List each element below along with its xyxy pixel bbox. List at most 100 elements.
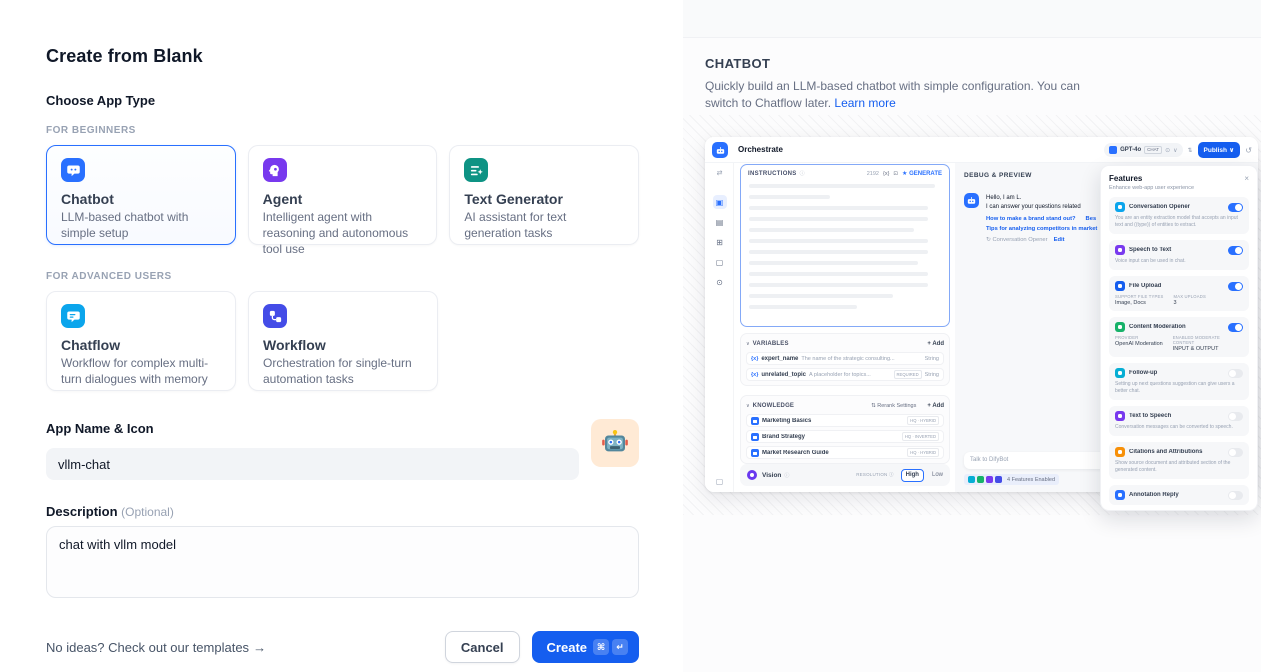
mini-instructions-panel: INSTRUCTIONS ⓘ 2192 {x} ⊡ ★ GENERATE [740,164,950,327]
mini-add-variable-button: + Add [927,341,944,347]
mini-publish-button: Publish∨ [1198,142,1241,158]
mini-moderation-icon [1115,322,1125,332]
mini-toggle-on [1228,323,1243,332]
chatbot-icon [61,158,85,182]
preview-illustration: Orchestrate GPT-4o CHAT ⊙ ∨ ⇅ Publish∨ ↺ [683,115,1261,515]
top-strip [683,0,1261,38]
mini-nav-settings-icon: ⊙ [713,275,727,289]
card-desc: Intelligent agent with reasoning and aut… [263,210,423,257]
agent-icon [263,158,287,182]
app-type-card-workflow[interactable]: Workflow Orchestration for single-turn a… [248,291,438,391]
arrow-right-icon: → [253,640,266,655]
mini-variables-panel: ∨ VARIABLES + Add {x} expert_name The na… [740,333,950,386]
chatflow-icon [61,304,85,328]
description-block: Description (Optional) chat with vllm mo… [46,504,639,603]
mini-speech-feature-icon [986,476,993,483]
mini-knowledge-row: Marketing Basics HQ · HYBRID [746,414,944,427]
description-optional-label: (Optional) [121,505,174,519]
learn-more-link[interactable]: Learn more [834,96,895,110]
mini-opener-feature-icon [968,476,975,483]
card-desc: AI assistant for text generation tasks [464,210,624,242]
app-type-card-chatflow[interactable]: Chatflow Workflow for complex multi-turn… [46,291,236,391]
mini-model-setting-icon: ⊙ [1165,147,1170,154]
section-label-beginners: FOR BEGINNERS [46,125,639,136]
card-title: Text Generator [464,191,624,207]
app-type-card-chatbot[interactable]: Chatbot LLM-based chatbot with simple se… [46,145,236,245]
mini-knowledge-label: KNOWLEDGE [753,403,794,409]
mini-variable-icon: {x} [751,372,758,378]
mini-variables-label: VARIABLES [753,341,789,347]
mini-feature-text-to-speech: Text to Speech Conversation messages can… [1109,406,1249,436]
mini-features-enabled-row: 4 Features Enabled [964,474,1059,485]
mini-mic-icon [1115,245,1125,255]
mini-toggle-off [1228,412,1243,421]
mini-knowledge-row: Brand Strategy HQ · INVERTED [746,430,944,443]
mini-dataset-icon [751,449,759,457]
mini-feature-speech-to-text: Speech to Text Voice input can be used i… [1109,240,1249,270]
create-app-modal: Create from Blank Choose App Type FOR BE… [0,0,1261,672]
create-button[interactable]: Create ⌘ ↵ [532,631,639,663]
app-type-card-text-generator[interactable]: Text Generator AI assistant for text gen… [449,145,639,245]
templates-link[interactable]: No ideas? Check out our templates→ [46,640,266,655]
beginner-cards: Chatbot LLM-based chatbot with simple se… [46,145,639,245]
preview-heading: CHATBOT [705,56,1237,71]
mini-model-selector: GPT-4o CHAT ⊙ ∨ [1104,143,1182,157]
mini-copy-icon: ⊡ [893,171,898,177]
mini-instructions-label: INSTRUCTIONS [748,171,797,177]
mini-moderation-feature-icon [977,476,984,483]
mini-bot-avatar [964,193,979,208]
mini-app-title: Orchestrate [738,137,783,163]
workflow-icon [263,304,287,328]
mini-feature-file-upload: File Upload SUPPORT FILE TYPESImage, Doc… [1109,276,1249,311]
mini-toggle-off [1228,491,1243,500]
mini-opener-icon [1115,202,1125,212]
mini-add-knowledge-button: + Add [927,403,944,409]
mini-vision-icon [747,470,757,480]
create-form-panel: Create from Blank Choose App Type FOR BE… [0,0,683,672]
mini-close-icon: × [1244,174,1249,183]
mini-sidebar: ⇄ ▣ ▤ ⊞ ▢ ⊙ ▢ [705,163,734,492]
mini-app-icon [712,142,728,158]
mini-nav-orchestrate-icon: ▣ [713,195,727,209]
mini-nav-logs-icon: ▢ [713,255,727,269]
section-label-advanced: FOR ADVANCED USERS [46,271,639,282]
mini-toggle-on [1228,246,1243,255]
app-name-input[interactable] [46,448,579,480]
mini-knowledge-row: Market Research Guide HQ · HYBRID [746,446,944,459]
mini-rerank-settings: ⇅ Rerank Settings [871,403,916,409]
mini-feature-conversation-opener: Conversation Opener You are an entity ex… [1109,197,1249,234]
mini-dataset-icon [751,433,759,441]
card-desc: LLM-based chatbot with simple setup [61,210,221,242]
mini-variable-icon: {x} [751,356,758,362]
mini-nav-preview-icon: ▤ [713,215,727,229]
mini-caret-icon: ∨ [746,403,750,409]
mini-chevron-down-icon: ∨ [1173,147,1177,154]
page-title: Create from Blank [46,46,639,67]
choose-app-type-label: Choose App Type [46,93,639,108]
mini-resolution-low: Low [932,472,943,478]
mini-citations-icon [1115,447,1125,457]
mini-annotation-icon [1115,490,1125,500]
mini-variable-icon: {x} [883,171,889,177]
modal-footer: No ideas? Check out our templates→ Cance… [46,631,639,663]
app-icon-picker[interactable] [591,419,639,467]
description-textarea[interactable]: chat with vllm model [46,526,639,598]
mini-resolution-high: High [901,469,924,482]
mini-required-badge: REQUIRED [894,370,922,379]
mini-follow-up-icon [1115,368,1125,378]
mini-vision-bar: Vision ⓘ RESOLUTION ⓘ High Low [740,464,950,486]
mini-upload-icon [1115,281,1125,291]
preview-description: Quickly build an LLM-based chatbot with … [705,78,1115,113]
enter-key-icon: ↵ [612,639,628,655]
app-type-card-agent[interactable]: Agent Intelligent agent with reasoning a… [248,145,438,245]
mini-knowledge-panel: ∨ KNOWLEDGE ⇅ Rerank Settings + Add Mark… [740,395,950,464]
card-title: Workflow [263,337,423,353]
mini-model-tag: CHAT [1144,146,1162,154]
mini-history-icon: ↺ [1245,146,1252,155]
mini-tune-icon: ⇅ [1188,147,1193,154]
cancel-button[interactable]: Cancel [445,631,520,663]
mini-instructions-skeleton [741,180,949,320]
card-title: Chatbot [61,191,221,207]
mini-variable-row: {x} expert_name The name of the strategi… [746,352,944,365]
mini-debug-header: DEBUG & PREVIEW [964,172,1032,179]
